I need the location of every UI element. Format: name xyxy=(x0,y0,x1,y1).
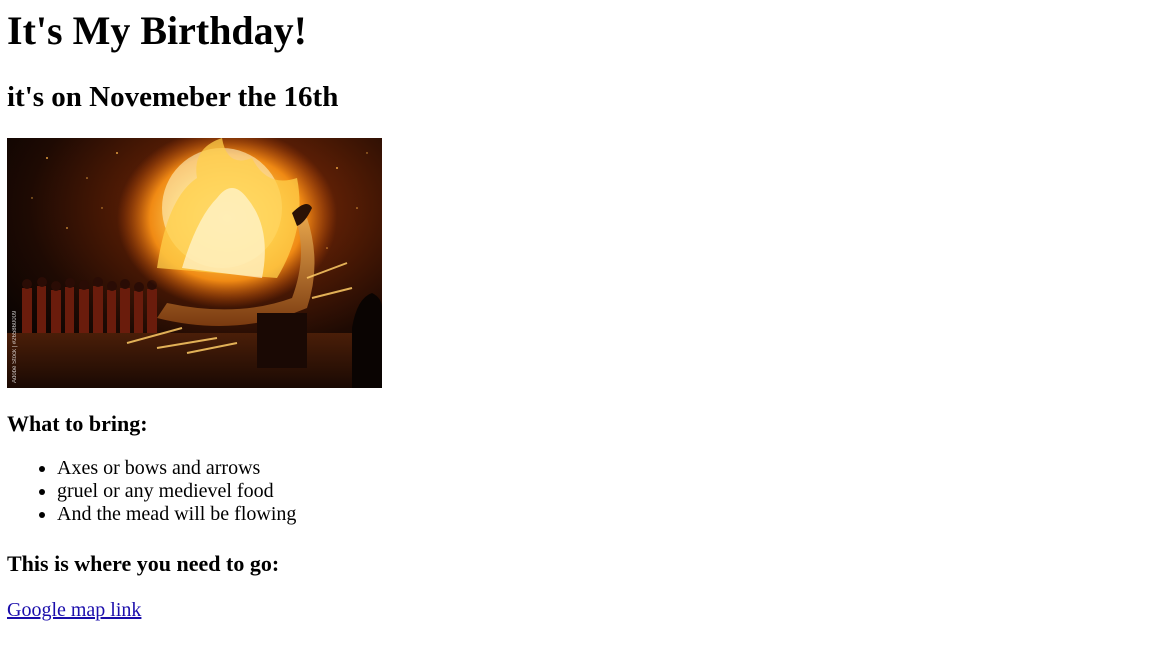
page-body: It's My Birthday! it's on Novemeber the … xyxy=(0,0,1152,622)
list-item: And the mead will be flowing xyxy=(57,503,1152,526)
google-map-link[interactable]: Google map link xyxy=(7,599,141,622)
where-to-go-heading: This is where you need to go: xyxy=(7,551,280,576)
bring-list: Axes or bows and arrows gruel or any med… xyxy=(7,457,1152,526)
date-subtitle: it's on Novemeber the 16th xyxy=(7,81,339,113)
page-title: It's My Birthday! xyxy=(7,8,307,53)
image-watermark: Adobe Stock | #265860009 xyxy=(12,310,18,383)
list-item: gruel or any medievel food xyxy=(57,480,1152,503)
what-to-bring-heading: What to bring: xyxy=(7,411,148,436)
viking-ship-fire-image: Adobe Stock | #265860009 xyxy=(7,138,382,388)
list-item: Axes or bows and arrows xyxy=(57,457,1152,480)
